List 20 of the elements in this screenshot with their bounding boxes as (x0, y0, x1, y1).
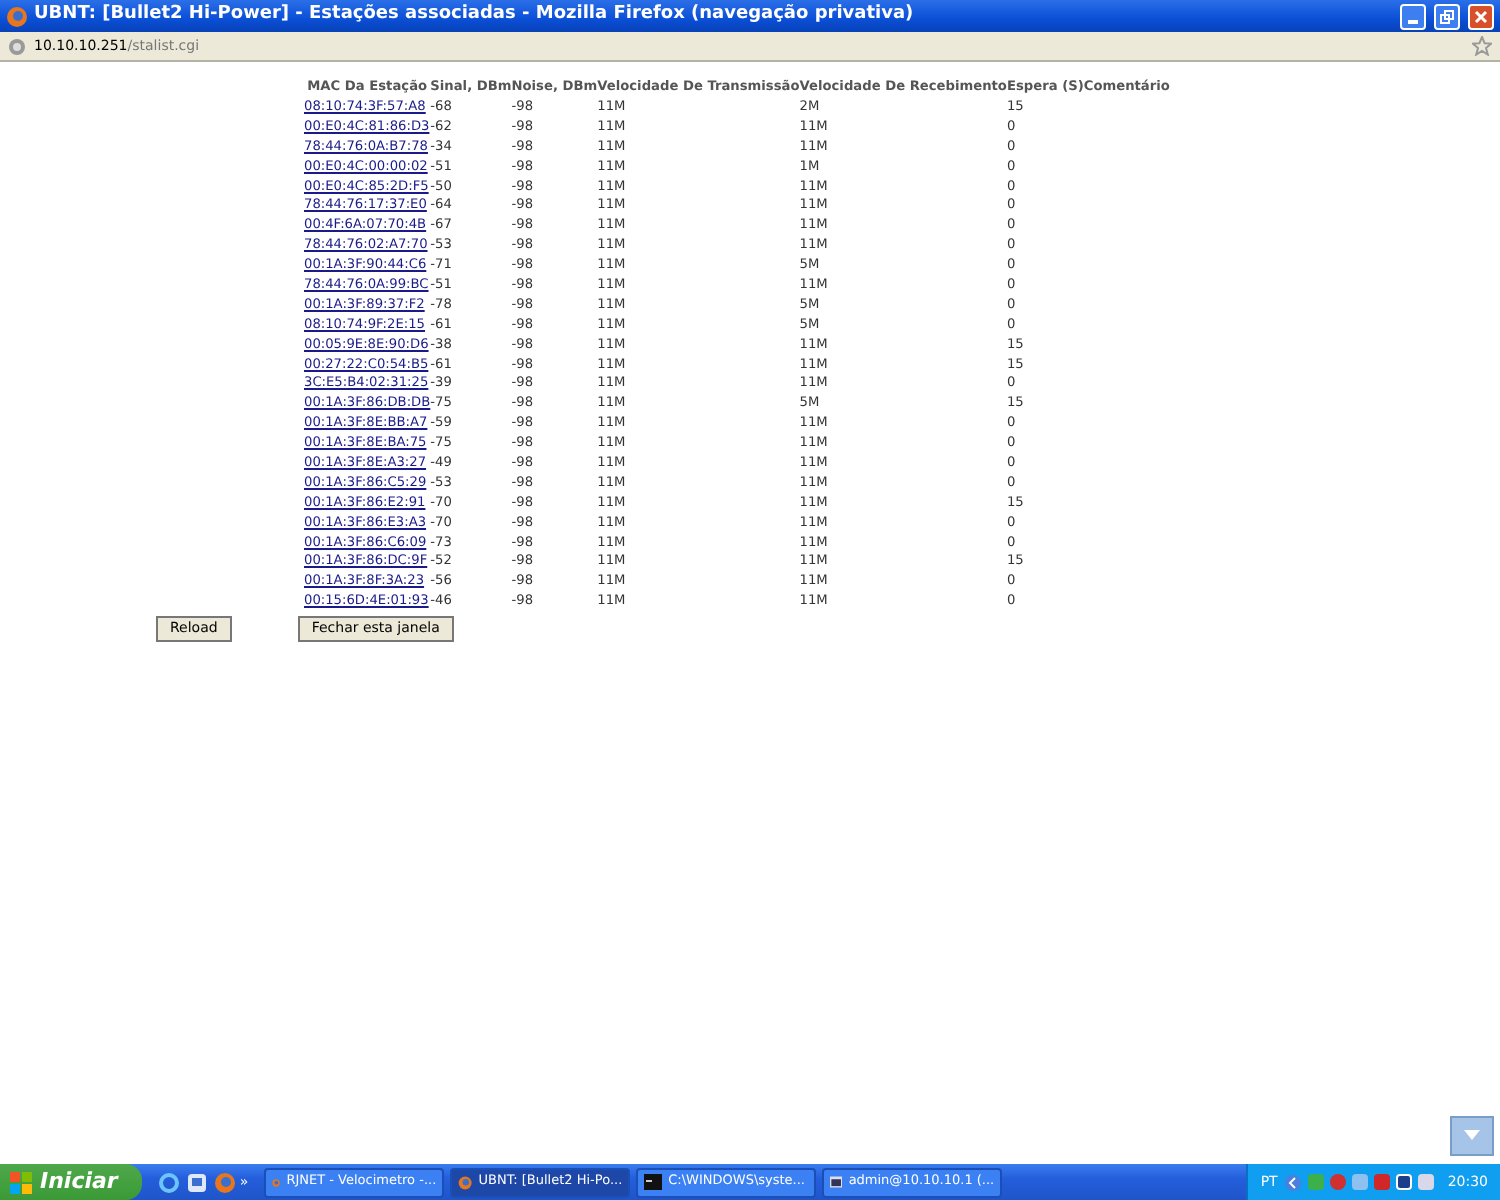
star-icon[interactable] (1472, 36, 1492, 56)
ie-icon[interactable] (157, 1171, 180, 1193)
close-icon (1474, 9, 1488, 23)
restore-button[interactable] (1434, 3, 1460, 29)
console-icon (644, 1174, 663, 1190)
windows-logo-icon (10, 1171, 32, 1193)
firefox-icon (6, 5, 28, 27)
chevron-icon[interactable] (1283, 1173, 1302, 1191)
restore-icon (1440, 9, 1454, 23)
firefox-icon (458, 1173, 473, 1191)
scroll-down-button[interactable] (1450, 1116, 1494, 1156)
minimize-button[interactable] (1400, 3, 1426, 29)
window-title: UBNT: [Bullet2 Hi-Power] - Estações associadas - Mozilla Firefox (navegação privativa) (34, 2, 914, 29)
window-icon[interactable] (1395, 1174, 1412, 1190)
firefox-icon[interactable] (213, 1171, 236, 1193)
firefox-icon (272, 1173, 281, 1191)
globe-icon (8, 37, 26, 55)
close-button[interactable] (1468, 3, 1494, 29)
desktop-icon[interactable] (185, 1171, 208, 1193)
terminal-icon (830, 1174, 843, 1190)
